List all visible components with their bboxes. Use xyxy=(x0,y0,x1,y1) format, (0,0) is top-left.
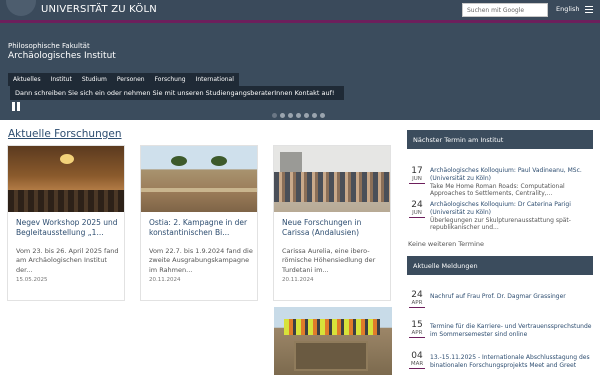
event-month: JUN xyxy=(412,210,422,216)
chandelier-shape xyxy=(60,154,74,164)
event-day: 17 xyxy=(411,166,423,176)
slider-dot[interactable] xyxy=(288,113,293,118)
news-month: APR xyxy=(411,330,423,336)
nav-item-studium[interactable]: Studium xyxy=(77,73,112,86)
event-text[interactable]: Archäologisches Kolloquium: Dr Caterina … xyxy=(430,201,592,232)
group-shape xyxy=(274,172,390,202)
news-heading[interactable]: Aktuelle Meldungen xyxy=(407,256,593,275)
search-input[interactable]: Suchen mit Google xyxy=(462,3,548,17)
slider-dots xyxy=(272,113,325,118)
news-title[interactable]: Nachruf auf Frau Prof. Dr. Dagmar Grassi… xyxy=(430,293,592,301)
tree-shape xyxy=(171,156,187,166)
news-day: 04 xyxy=(411,351,423,361)
faculty-name[interactable]: Philosophische Fakultät xyxy=(8,42,90,50)
event-subtitle: Überlegungen zur Skulpturenausstattung s… xyxy=(430,216,571,232)
slider-dot[interactable] xyxy=(312,113,317,118)
event-text[interactable]: Archäologisches Kolloquium: Paul Vadinea… xyxy=(430,167,592,198)
university-seal-icon[interactable] xyxy=(6,0,36,16)
menu-icon[interactable] xyxy=(585,6,593,13)
event-subtitle: Take Me Home Roman Roads: Computational … xyxy=(430,182,565,198)
card-image[interactable] xyxy=(8,146,124,212)
nav-item-aktuelles[interactable]: Aktuelles xyxy=(8,73,46,86)
news-month: MAR xyxy=(410,361,424,367)
audience-shape xyxy=(8,190,124,212)
research-card[interactable]: Negev Workshop 2025 und Begleitausstellu… xyxy=(7,145,125,301)
slider-dot[interactable] xyxy=(320,113,325,118)
tree-shape xyxy=(211,156,227,166)
news-item[interactable]: 15 APR Termine für die Karriere- und Ver… xyxy=(407,320,593,348)
event-date-badge: 17 JUN xyxy=(409,166,425,184)
card-teaser: Vom 23. bis 26. April 2025 fand am Archä… xyxy=(16,247,119,274)
news-date-badge: 15 APR xyxy=(409,320,425,338)
card-date: 15.05.2025 xyxy=(16,277,48,283)
research-card[interactable]: Ostia: 2. Kampagne in der konstantinisch… xyxy=(140,145,258,301)
institute-name[interactable]: Archäologisches Institut xyxy=(8,51,116,61)
section-title-research[interactable]: Aktuelle Forschungen xyxy=(8,128,122,140)
card-title[interactable]: Ostia: 2. Kampagne in der konstantinisch… xyxy=(149,218,253,238)
card-teaser: Carissa Aurelia, eine ibero-römische Höh… xyxy=(282,247,376,274)
event-month: JUN xyxy=(412,176,422,182)
event-title[interactable]: Archäologisches Kolloquium: Paul Vadinea… xyxy=(430,167,582,182)
slider-banner-text[interactable]: Dann schreiben Sie sich ein oder nehmen … xyxy=(10,86,344,100)
team-shape xyxy=(284,319,380,335)
slider-dot[interactable] xyxy=(296,113,301,118)
news-title[interactable]: 13.-15.11.2025 - Internationale Abschlus… xyxy=(430,354,592,370)
research-card-image[interactable] xyxy=(274,307,392,375)
research-card[interactable]: Neue Forschungen in Carissa (Andalusien)… xyxy=(273,145,391,301)
university-name-link[interactable]: UNIVERSITÄT ZU KÖLN xyxy=(41,4,157,15)
nav-item-institut[interactable]: Institut xyxy=(46,73,77,86)
slider-dot[interactable] xyxy=(304,113,309,118)
news-day: 15 xyxy=(411,320,423,330)
card-image[interactable] xyxy=(274,146,390,212)
excavation-pit-shape xyxy=(294,341,368,371)
card-date: 20.11.2024 xyxy=(282,277,314,283)
nav-item-international[interactable]: International xyxy=(191,73,239,86)
top-bar: UNIVERSITÄT ZU KÖLN Suchen mit Google En… xyxy=(0,0,600,20)
event-item[interactable]: 17 JUN Archäologisches Kolloquium: Paul … xyxy=(407,166,593,197)
header-slider xyxy=(0,23,600,120)
main-navigation: Aktuelles Institut Studium Personen Fors… xyxy=(8,73,239,86)
news-date-badge: 04 MAR xyxy=(409,351,425,369)
news-day: 24 xyxy=(411,290,423,300)
news-month: APR xyxy=(411,300,423,306)
news-date-badge: 24 APR xyxy=(409,290,425,308)
card-date: 20.11.2024 xyxy=(149,277,181,283)
card-title[interactable]: Negev Workshop 2025 und Begleitausstellu… xyxy=(16,218,120,238)
card-title[interactable]: Neue Forschungen in Carissa (Andalusien) xyxy=(282,218,386,238)
card-teaser: Vom 22.7. bis 1.9.2024 fand die zweite A… xyxy=(149,247,253,274)
pause-icon[interactable] xyxy=(11,102,22,111)
excavation-wall-shape xyxy=(141,188,257,192)
card-image[interactable] xyxy=(141,146,257,212)
news-title[interactable]: Termine für die Karriere- und Vertrauens… xyxy=(430,323,592,339)
event-date-badge: 24 JUN xyxy=(409,200,425,218)
slider-dot[interactable] xyxy=(280,113,285,118)
events-heading[interactable]: Nächster Termin am Institut xyxy=(407,130,593,149)
event-item[interactable]: 24 JUN Archäologisches Kolloquium: Dr Ca… xyxy=(407,200,593,231)
slider-dot[interactable] xyxy=(272,113,277,118)
language-switch-link[interactable]: English xyxy=(556,5,579,13)
no-more-events-text: Keine weiteren Termine xyxy=(408,240,484,248)
nav-item-personen[interactable]: Personen xyxy=(112,73,150,86)
nav-item-forschung[interactable]: Forschung xyxy=(150,73,191,86)
news-item[interactable]: 24 APR Nachruf auf Frau Prof. Dr. Dagmar… xyxy=(407,290,593,318)
event-title[interactable]: Archäologisches Kolloquium: Dr Caterina … xyxy=(430,201,571,216)
event-day: 24 xyxy=(411,200,423,210)
